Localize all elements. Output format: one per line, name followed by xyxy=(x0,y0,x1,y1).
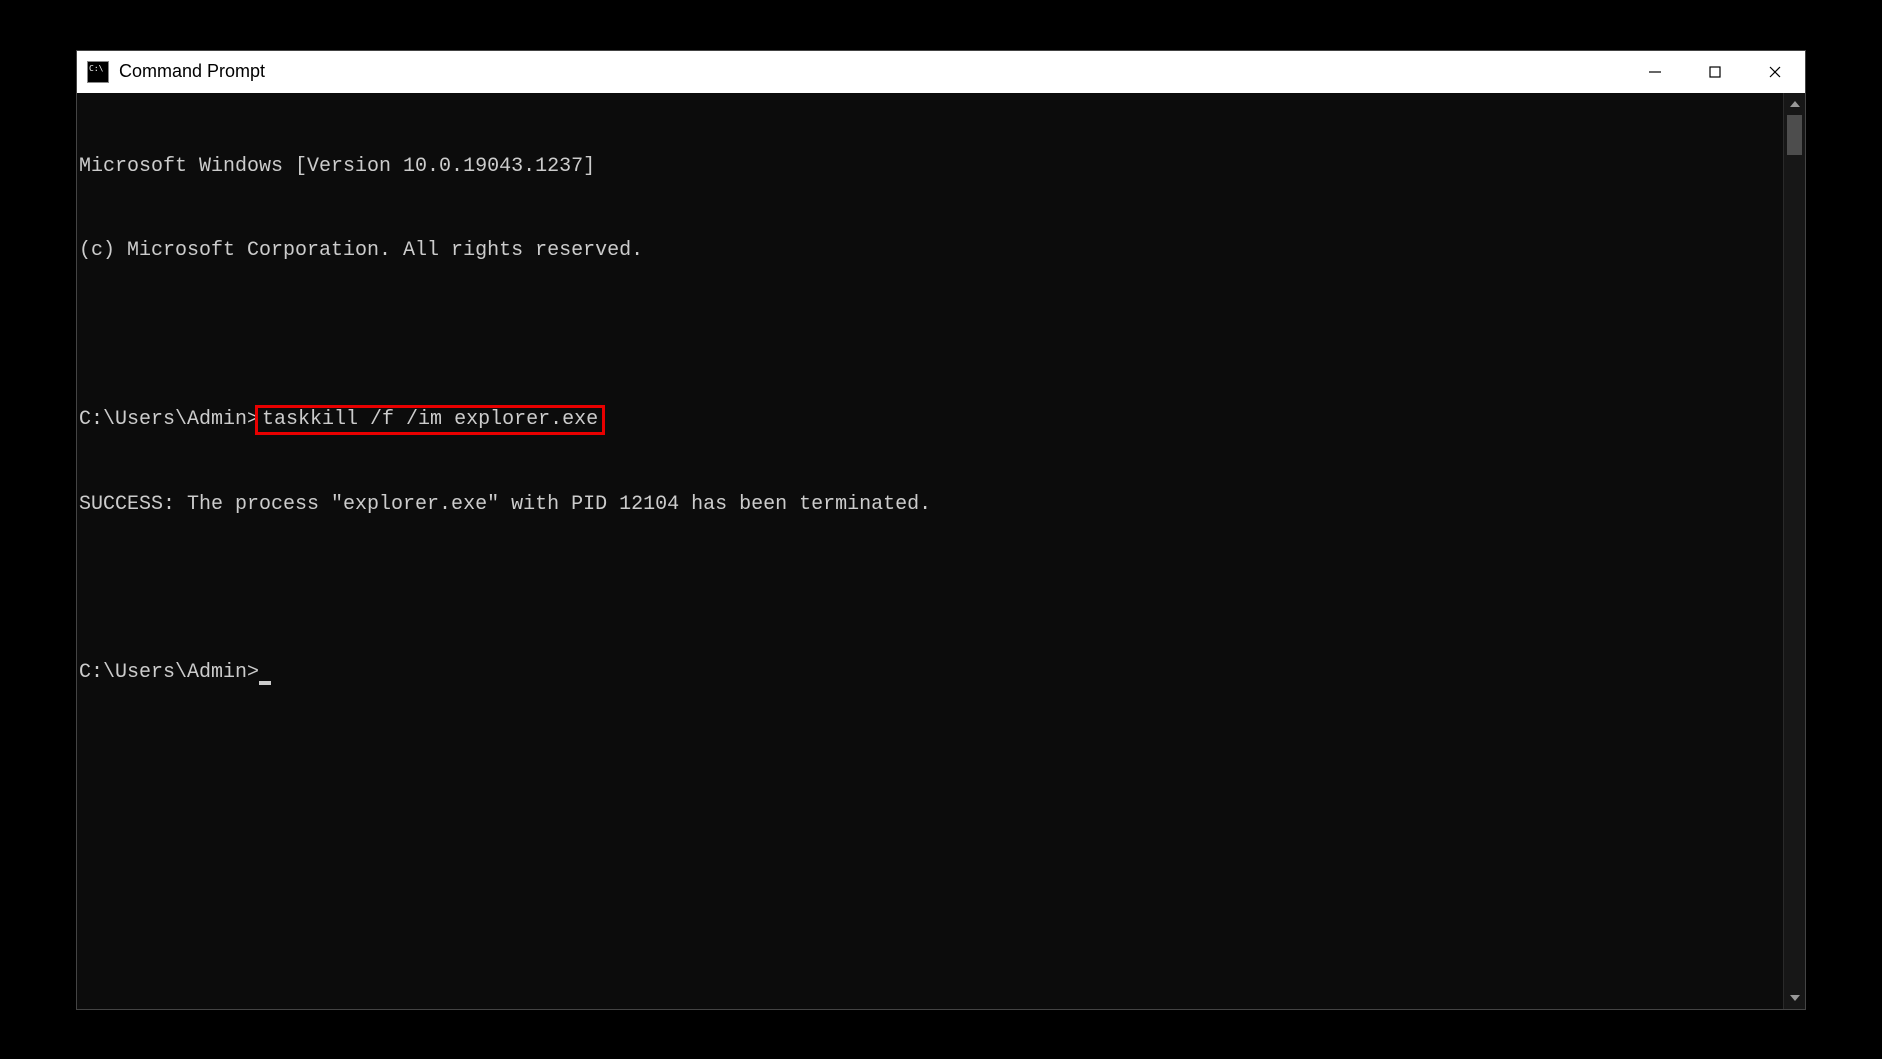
scroll-down-arrow[interactable] xyxy=(1784,987,1805,1009)
chevron-up-icon xyxy=(1790,101,1800,107)
vertical-scrollbar[interactable] xyxy=(1783,93,1805,1009)
window-controls xyxy=(1625,51,1805,93)
command-prompt-window: Command Prompt Microsoft Windows [Versio… xyxy=(76,50,1806,1010)
blank-line xyxy=(77,321,1783,349)
banner-line-1: Microsoft Windows [Version 10.0.19043.12… xyxy=(77,153,1783,181)
blank-line xyxy=(77,575,1783,603)
scroll-thumb[interactable] xyxy=(1787,115,1802,155)
close-button[interactable] xyxy=(1745,51,1805,93)
cmd-icon xyxy=(87,61,109,83)
maximize-icon xyxy=(1708,65,1722,79)
highlighted-command: taskkill /f /im explorer.exe xyxy=(255,405,605,435)
maximize-button[interactable] xyxy=(1685,51,1745,93)
prompt-path: C:\Users\Admin> xyxy=(79,661,259,684)
scroll-up-arrow[interactable] xyxy=(1784,93,1805,115)
cursor xyxy=(259,681,271,685)
current-prompt-line[interactable]: C:\Users\Admin> xyxy=(77,659,1783,687)
minimize-icon xyxy=(1648,65,1662,79)
prompt-path: C:\Users\Admin> xyxy=(79,408,259,431)
window-title: Command Prompt xyxy=(119,61,265,82)
command-line-1: C:\Users\Admin>taskkill /f /im explorer.… xyxy=(77,405,1783,435)
chevron-down-icon xyxy=(1790,995,1800,1001)
banner-line-2: (c) Microsoft Corporation. All rights re… xyxy=(77,237,1783,265)
result-line: SUCCESS: The process "explorer.exe" with… xyxy=(77,491,1783,519)
minimize-button[interactable] xyxy=(1625,51,1685,93)
terminal-content[interactable]: Microsoft Windows [Version 10.0.19043.12… xyxy=(77,93,1783,1009)
terminal-body[interactable]: Microsoft Windows [Version 10.0.19043.12… xyxy=(77,93,1805,1009)
scroll-track[interactable] xyxy=(1784,115,1805,987)
titlebar[interactable]: Command Prompt xyxy=(77,51,1805,93)
close-icon xyxy=(1768,65,1782,79)
